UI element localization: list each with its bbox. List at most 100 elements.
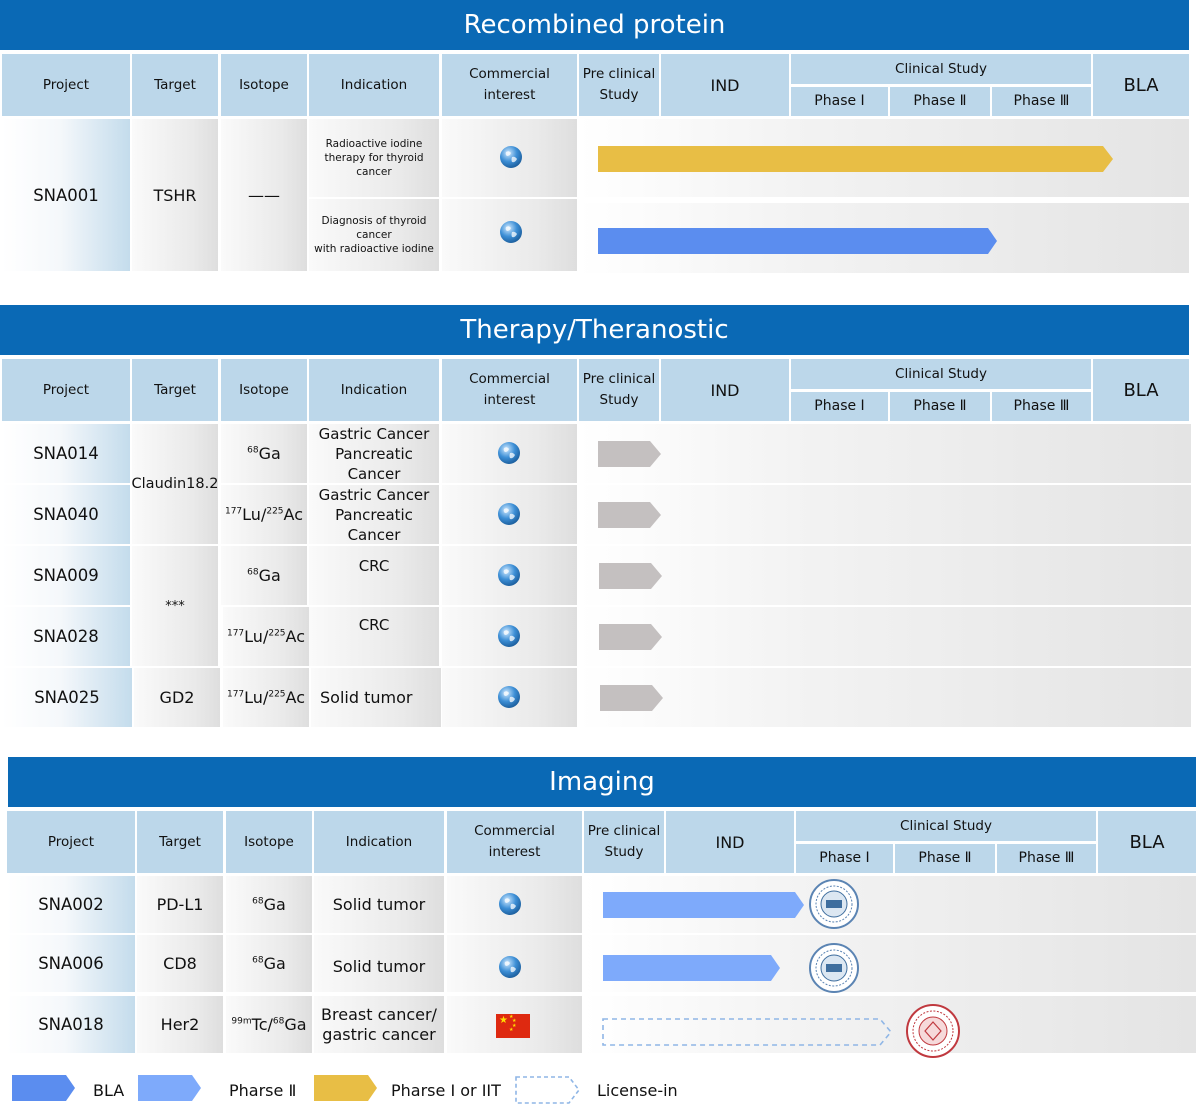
- legend-phase2-label: Pharse Ⅱ: [229, 1081, 297, 1100]
- section-banner-therapy: Therapy/Theranostic: [0, 305, 1189, 355]
- section-banner-imaging: Imaging: [8, 757, 1196, 807]
- target-cell-undisclosed: ***: [132, 546, 218, 666]
- progress-arrow-sna025: [600, 685, 663, 711]
- legend-phase2-arrow-icon: [138, 1075, 201, 1101]
- header-preclinical: Pre clinical Study: [579, 359, 659, 421]
- progress-arrow-sna001-diagnosis: [598, 228, 997, 254]
- progress-band: [579, 607, 1191, 666]
- header-indication: Indication: [309, 359, 439, 421]
- progress-arrow-sna014: [598, 441, 661, 467]
- project-cell-sna018: SNA018: [7, 996, 135, 1053]
- project-cell-sna040: SNA040: [2, 485, 130, 544]
- partner-seal-red-icon: [906, 1004, 960, 1058]
- globe-icon: [499, 893, 521, 915]
- globe-icon: [498, 564, 520, 586]
- header-phase3: Phase Ⅲ: [997, 844, 1096, 873]
- target-cell-tshr: TSHR: [132, 119, 218, 271]
- globe-icon: [500, 221, 522, 243]
- indication-cell-crc: CRC: [309, 546, 439, 605]
- header-preclinical: Pre clinical Study: [584, 811, 664, 873]
- isotope-cell-tc99m-ga68: 99mTc/68Ga: [226, 996, 312, 1053]
- target-cell-gd2: GD2: [134, 668, 220, 727]
- progress-arrow-sna002: [603, 892, 804, 918]
- isotope-cell-ga68: 68Ga: [221, 424, 307, 483]
- progress-arrow-sna018-license: [602, 1018, 893, 1046]
- header-phase1: Phase Ⅰ: [791, 87, 888, 116]
- project-cell-sna006: SNA006: [7, 935, 135, 992]
- header-target: Target: [132, 359, 218, 421]
- project-cell-sna001: SNA001: [2, 119, 130, 271]
- header-isotope: Isotope: [221, 54, 307, 116]
- indication-cell-gastric-pancreatic: Gastric Cancer Pancreatic Cancer: [309, 424, 439, 483]
- indication-cell-diagnosis-thyroid: Diagnosis of thyroid cancer with radioact…: [309, 199, 439, 271]
- header-preclinical: Pre clinical Study: [579, 54, 659, 116]
- header-phase2: Phase Ⅱ: [890, 87, 990, 116]
- progress-band: [579, 546, 1191, 605]
- header-phase3: Phase Ⅲ: [992, 392, 1091, 421]
- header-phase3: Phase Ⅲ: [992, 87, 1091, 116]
- section-title: Recombined protein: [463, 10, 726, 40]
- progress-arrow-sna006: [603, 955, 780, 981]
- globe-icon: [498, 686, 520, 708]
- header-ind: IND: [661, 54, 789, 116]
- target-cell-claudin182: Claudin18.2: [132, 424, 218, 544]
- header-isotope: Isotope: [226, 811, 312, 873]
- header-project: Project: [7, 811, 135, 873]
- indication-cell-crc: CRC: [309, 607, 439, 666]
- indication-cell-solid-tumor: Solid tumor: [314, 876, 444, 933]
- globe-icon: [498, 503, 520, 525]
- globe-icon: [499, 956, 521, 978]
- header-ind: IND: [661, 359, 789, 421]
- indication-cell-solid-tumor: Solid tumor: [314, 935, 444, 992]
- legend-phase1-label: Pharse Ⅰ or IIT: [391, 1081, 501, 1100]
- section-title: Imaging: [549, 767, 655, 797]
- section-title: Therapy/Theranostic: [460, 315, 729, 345]
- progress-band: [579, 485, 1191, 544]
- globe-icon: [498, 625, 520, 647]
- header-phase2: Phase Ⅱ: [890, 392, 990, 421]
- isotope-cell-ga68: 68Ga: [221, 546, 307, 605]
- project-cell-sna025: SNA025: [2, 668, 132, 727]
- header-commercial: Commercial interest: [447, 811, 582, 873]
- legend-license-arrow-icon: [515, 1076, 581, 1104]
- header-clinical-study: Clinical Study: [791, 359, 1091, 389]
- globe-icon: [500, 146, 522, 168]
- progress-arrow-sna009: [599, 563, 662, 589]
- header-commercial: Commercial interest: [442, 54, 577, 116]
- project-cell-sna028: SNA028: [2, 607, 130, 666]
- target-cell-her2: Her2: [137, 996, 223, 1053]
- progress-band: [579, 424, 1191, 483]
- isotope-cell-lu177-ac225: 177Lu/225Ac: [223, 607, 309, 666]
- partner-seal-blue-icon: [809, 879, 859, 929]
- header-phase1: Phase Ⅰ: [796, 844, 893, 873]
- progress-arrow-sna040: [598, 502, 661, 528]
- isotope-cell-lu177-ac225: 177Lu/225Ac: [223, 668, 309, 727]
- isotope-cell-lu177-ac225: 177Lu/225Ac: [221, 485, 307, 544]
- header-indication: Indication: [314, 811, 444, 873]
- legend-bla-arrow-icon: [12, 1075, 75, 1101]
- target-cell-cd8: CD8: [137, 935, 223, 992]
- project-cell-sna009: SNA009: [2, 546, 130, 605]
- header-bla: BLA: [1098, 811, 1196, 873]
- isotope-cell-ga68: 68Ga: [226, 935, 312, 992]
- legend-phase1-arrow-icon: [314, 1075, 377, 1101]
- section-banner-recombined: Recombined protein: [0, 0, 1189, 50]
- header-bla: BLA: [1093, 54, 1189, 116]
- partner-seal-blue-icon: [809, 943, 859, 993]
- indication-cell-therapy-thyroid: Radioactive iodine therapy for thyroid ca…: [309, 119, 439, 197]
- header-clinical-study: Clinical Study: [796, 811, 1096, 841]
- header-phase2: Phase Ⅱ: [895, 844, 995, 873]
- header-indication: Indication: [309, 54, 439, 116]
- isotope-cell-none: ——: [221, 119, 307, 271]
- isotope-cell-ga68: 68Ga: [226, 876, 312, 933]
- china-flag-icon: ★ ★ ★ ★ ★: [496, 1014, 530, 1038]
- project-cell-sna014: SNA014: [2, 424, 130, 483]
- header-phase1: Phase Ⅰ: [791, 392, 888, 421]
- header-target: Target: [137, 811, 223, 873]
- progress-arrow-sna001-therapy: [598, 146, 1113, 172]
- indication-cell-breast-gastric: Breast cancer/gastric cancer: [314, 996, 444, 1053]
- globe-icon: [498, 442, 520, 464]
- header-clinical-study: Clinical Study: [791, 54, 1091, 84]
- header-isotope: Isotope: [221, 359, 307, 421]
- legend-license-label: License-in: [597, 1081, 678, 1100]
